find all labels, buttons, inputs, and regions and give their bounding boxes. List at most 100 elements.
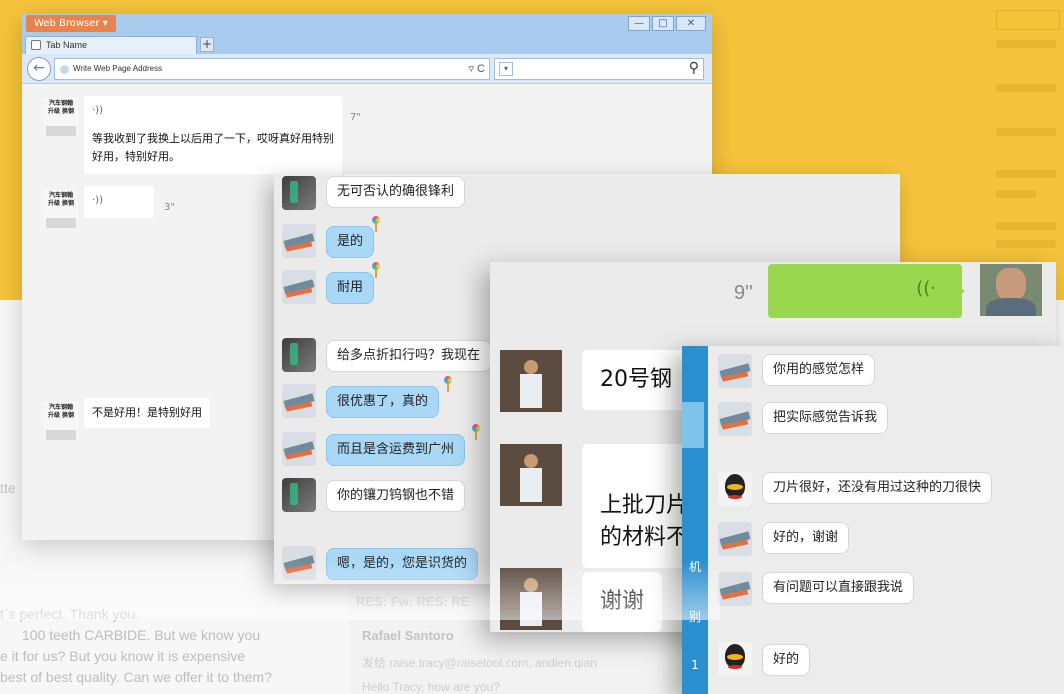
email-line: t`s perfect. Thank you. xyxy=(0,606,140,622)
voice-duration: 9'' xyxy=(734,282,753,304)
message-text: 有问题可以直接跟我说 xyxy=(773,580,904,595)
avatar xyxy=(282,338,316,372)
voice-duration: 7" xyxy=(350,112,361,123)
message-text: 上批刀片 的材料不 xyxy=(600,493,689,550)
sidebar-label: 1 xyxy=(691,658,699,672)
message-text: 你的镶刀钨钢也不错 xyxy=(337,488,455,503)
search-icon[interactable]: ⚲ xyxy=(689,60,699,76)
message-bubble: ·)) 等我收到了我换上以后用了一下，哎呀真好用特别好用，特别好用。 xyxy=(84,96,342,174)
avatar-logo-text: 汽车钢翰 升级 换钢 xyxy=(47,404,75,419)
message-bubble: 谢谢 xyxy=(582,572,663,632)
search-input[interactable]: ▾ ⚲ xyxy=(494,58,704,80)
avatar: 汽车钢翰 升级 换钢 xyxy=(44,190,78,228)
globe-icon xyxy=(60,65,69,74)
message-bubble: 很优惠了，真的 xyxy=(326,386,440,418)
browser-tabbar: Tab Name + xyxy=(22,34,712,54)
message-text: 好的，谢谢 xyxy=(773,530,839,545)
email-line: e it for us? But you know it is expensiv… xyxy=(0,648,246,664)
address-input[interactable]: Write Web Page Address ▿ C xyxy=(54,58,490,80)
avatar xyxy=(282,224,316,258)
balloon-icon xyxy=(442,376,452,392)
sidebar-strip-highlight[interactable] xyxy=(682,402,704,448)
message-bubble: 刀片很好，还没有用过这种的刀很快 xyxy=(762,472,993,504)
avatar xyxy=(500,568,562,630)
voice-message-bubble[interactable]: ((· xyxy=(768,264,965,318)
avatar xyxy=(718,522,752,556)
message-bubble: 是的 xyxy=(326,226,375,258)
browser-title: Web Browser xyxy=(34,18,100,29)
message-bubble: 而且是含运费到广州 xyxy=(326,434,466,466)
avatar xyxy=(718,572,752,606)
browser-menu-button[interactable]: Web Browser ▾ xyxy=(26,15,116,32)
message-bubble: 你用的感觉怎样 xyxy=(762,354,876,386)
sidebar-strip xyxy=(682,346,708,694)
tab-label: Tab Name xyxy=(46,40,88,50)
email-greeting: Hello Tracy, how are you? xyxy=(362,680,500,694)
chat-window-qq-front: 机 别 1 你用的感觉怎样 把实际感觉告诉我 刀片很好，还没有用过这种的刀很快 … xyxy=(682,346,1064,694)
avatar xyxy=(282,546,316,580)
message-bubble: 好的，谢谢 xyxy=(762,522,850,554)
message-text: 你用的感觉怎样 xyxy=(773,362,865,377)
voice-icon[interactable]: ·)) xyxy=(92,102,334,120)
email-line: 100 teeth CARBIDE. But we know you xyxy=(22,627,261,643)
avatar-logo-text: 汽车钢翰 升级 换钢 xyxy=(47,100,75,115)
sidebar-label: 别 xyxy=(688,610,701,624)
message-text: 刀片很好，还没有用过这种的刀很快 xyxy=(773,480,982,495)
maximize-button[interactable]: □ xyxy=(652,16,674,31)
message-text: 无可否认的确很锋利 xyxy=(337,184,455,199)
browser-tab[interactable]: Tab Name xyxy=(25,36,197,54)
message-text: 给多点折扣行吗？我现在 xyxy=(337,348,481,363)
voice-message-bubble[interactable]: ·)) xyxy=(84,186,154,218)
balloon-icon xyxy=(470,424,480,440)
message-text: 不是好用！是特别好用 xyxy=(92,406,202,419)
voice-icon: ((· xyxy=(916,278,936,299)
message-text: 等我收到了我换上以后用了一下，哎呀真好用特别好用，特别好用。 xyxy=(92,132,334,163)
balloon-icon xyxy=(370,262,380,278)
message-bubble: 有问题可以直接跟我说 xyxy=(762,572,915,604)
avatar-logo-text: 汽车钢翰 升级 换钢 xyxy=(47,192,75,207)
balloon-icon xyxy=(370,216,380,232)
email-recipients: 发给 raise.tracy@raisetool.com, andien.qia… xyxy=(362,656,597,670)
avatar: 汽车钢翰 升级 换钢 xyxy=(44,402,78,440)
email-line: best of best quality. Can we offer it to… xyxy=(0,669,272,685)
voice-icon: ·)) xyxy=(92,195,103,206)
background-text-fragment: tte xyxy=(0,480,16,496)
avatar xyxy=(500,444,562,506)
message-bubble: 耐用 xyxy=(326,272,375,304)
voice-duration: 3" xyxy=(164,202,175,213)
message-bubble: 无可否认的确很锋利 xyxy=(326,176,466,208)
back-button[interactable]: ← xyxy=(27,57,51,81)
new-tab-button[interactable]: + xyxy=(200,37,214,52)
search-engine-dropdown[interactable]: ▾ xyxy=(499,62,513,76)
message-bubble: 嗯，是的，您是识货的 xyxy=(326,548,479,580)
message-text: 20号钢 xyxy=(600,367,672,392)
refresh-icon[interactable]: ▿ C xyxy=(468,59,485,79)
close-button[interactable]: ✕ xyxy=(676,16,706,31)
avatar xyxy=(282,432,316,466)
avatar xyxy=(718,472,752,506)
address-placeholder: Write Web Page Address xyxy=(73,64,163,73)
message-text: 嗯，是的，您是识货的 xyxy=(337,556,468,571)
page-icon xyxy=(31,40,41,50)
email-sender: Rafael Santoro xyxy=(362,628,454,643)
avatar xyxy=(282,176,316,210)
message-text: 好的 xyxy=(773,652,800,667)
message-bubble: 把实际感觉告诉我 xyxy=(762,402,889,434)
avatar xyxy=(282,270,316,304)
avatar xyxy=(718,642,752,676)
message-text: 很优惠了，真的 xyxy=(337,394,429,409)
message-bubble: 好的 xyxy=(762,644,811,676)
background-email-body: t`s perfect. Thank you. 100 teeth CARBID… xyxy=(0,604,350,688)
message-text: 耐用 xyxy=(337,280,364,295)
message-bubble: 不是好用！是特别好用 xyxy=(84,398,210,428)
email-subject: RES: Fw: RES: RE xyxy=(356,594,470,609)
avatar xyxy=(718,402,752,436)
avatar: 汽车钢翰 升级 换钢 xyxy=(44,98,78,136)
message-bubble: 你的镶刀钨钢也不错 xyxy=(326,480,466,512)
message-text: 而且是含运费到广州 xyxy=(337,442,455,457)
minimize-button[interactable]: — xyxy=(628,16,650,31)
message-bubble: 20号钢 xyxy=(582,350,690,410)
browser-titlebar: Web Browser ▾ — □ ✕ xyxy=(22,14,712,34)
message-bubble: 给多点折扣行吗？我现在 xyxy=(326,340,492,372)
avatar xyxy=(282,384,316,418)
